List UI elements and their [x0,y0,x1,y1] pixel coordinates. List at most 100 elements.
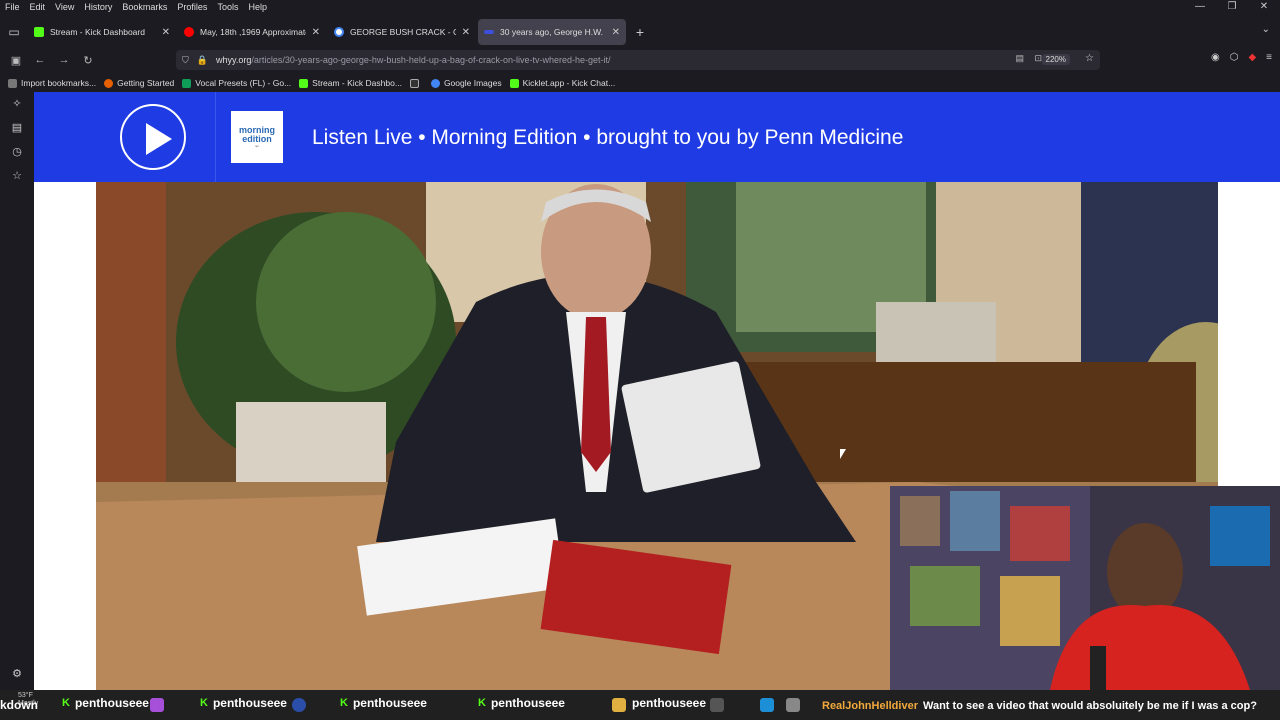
taskbar-kick-item[interactable]: Kpenthouseee [478,696,565,710]
ai-chat-icon[interactable]: ✧ [0,92,34,116]
bookmark-google-images[interactable]: Google Images [430,78,502,88]
logo-line3: npr [254,144,260,148]
reload-icon[interactable]: ↻ [76,54,100,67]
kick-icon [299,78,309,88]
bookmark-s[interactable] [409,78,423,88]
bookmark-import[interactable]: Import bookmarks... [8,78,96,88]
listen-live-banner[interactable]: morning edition npr Listen Live • Mornin… [34,92,1280,182]
drive-icon [182,78,192,88]
zoom-level[interactable]: 220% [1041,54,1070,65]
kicklet-icon [509,78,519,88]
synced-tabs-icon[interactable]: ▤ [0,116,34,140]
url-bar[interactable]: ⛉ 🔒 whyy.org/articles/30-years-ago-georg… [176,50,1100,70]
tab-title: Stream - Kick Dashboard [50,27,145,37]
menu-tools[interactable]: Tools [212,2,243,12]
taskbar-label: penthouseee [74,696,149,710]
kick-icon: K [478,697,486,709]
chat-username: RealJohnHelldiver [822,700,918,712]
close-tab-icon[interactable]: ✕ [462,27,470,38]
tab-bar: ▭ Stream - Kick Dashboard ✕ May, 18th ,1… [0,18,1280,46]
streamer-webcam [890,486,1280,690]
tab-title: GEORGE BUSH CRACK - Google [350,27,456,37]
close-window-button[interactable]: ✕ [1248,0,1280,14]
window-controls: — ❐ ✕ [1184,0,1280,14]
bookmark-star-icon[interactable]: ☆ [1085,53,1094,64]
banner-divider [215,92,216,182]
bookmark-kick-dashboard[interactable]: Stream - Kick Dashbo... [299,78,402,88]
account-icon[interactable]: ◉ [1211,52,1220,63]
extension-badge-icon[interactable]: ◆ [1248,52,1256,63]
bookmark-label: Import bookmarks... [21,78,97,88]
app-icon[interactable] [760,698,774,712]
play-icon [146,123,172,155]
taskbar-kick-item[interactable]: Kpenthouseee [340,696,427,710]
lock-icon[interactable]: 🔒 [197,55,208,66]
sidebar-settings-icon[interactable]: ⚙ [0,662,34,686]
chat-message: Want to see a video that would absoluite… [923,700,1257,712]
tab-title: 30 years ago, George H.W. Bush [500,27,606,37]
google-icon [430,78,440,88]
menu-bar: File Edit View History Bookmarks Profile… [0,0,1280,14]
menu-file[interactable]: File [0,2,25,12]
reader-view-icon[interactable]: ▤ [1015,53,1024,64]
app-icon[interactable] [150,698,164,712]
new-tab-button[interactable]: + [628,24,652,40]
menu-bookmarks[interactable]: Bookmarks [117,2,172,12]
taskbar-kick-item[interactable]: Kpenthouseee [62,696,149,710]
tab-whyy-article[interactable]: 30 years ago, George H.W. Bush ✕ [478,19,626,45]
forward-arrow-icon[interactable]: → [52,54,76,66]
google-favicon-icon [334,27,344,37]
mouse-cursor-icon [840,449,846,459]
save-page-icon[interactable]: ⊡ [1034,53,1042,64]
banner-text[interactable]: Listen Live • Morning Edition • brought … [312,126,903,150]
kick-favicon-icon [34,27,44,37]
history-icon[interactable]: ◷ [0,140,34,164]
firefox-icon [104,78,114,88]
webcam-feed [890,486,1280,690]
tab-youtube[interactable]: May, 18th ,1969 Approximately ✕ [178,19,326,45]
tab-overview-icon[interactable]: ▭ [0,18,28,46]
url-path: /articles/30-years-ago-george-hw-bush-he… [251,55,611,65]
app-icon[interactable] [292,698,306,712]
bookmarks-bar: Import bookmarks... Getting Started Voca… [0,74,1280,92]
play-button[interactable] [120,104,186,170]
app-icon[interactable] [710,698,724,712]
extensions-icon[interactable]: ⬡ [1230,52,1239,63]
close-tab-icon[interactable]: ✕ [162,27,170,38]
import-icon [8,78,17,88]
taskbar-label: penthouseee [212,696,287,710]
kick-icon: K [200,697,208,709]
bookmark-label: Google Images [443,78,502,88]
menu-view[interactable]: View [50,2,79,12]
shield-icon[interactable]: ⛉ [182,55,189,66]
taskbar-label: penthouseee [352,696,427,710]
minimize-button[interactable]: — [1184,0,1216,14]
ticker-fragment: kdown [0,698,38,712]
bookmark-getting-started[interactable]: Getting Started [104,78,174,88]
sidebar-toggle-icon[interactable]: ▣ [4,54,28,67]
taskbar-label: penthouseee [490,696,565,710]
close-tab-icon[interactable]: ✕ [312,27,320,38]
bookmark-kicklet[interactable]: Kicklet.app - Kick Chat... [509,78,615,88]
menu-hamburger-icon[interactable]: ≡ [1266,52,1272,63]
bookmark-label: Stream - Kick Dashbo... [312,78,402,88]
menu-history[interactable]: History [79,2,117,12]
taskbar-kick-item[interactable]: Kpenthouseee [200,696,287,710]
tab-kick-dashboard[interactable]: Stream - Kick Dashboard ✕ [28,19,176,45]
bookmarks-icon[interactable]: ☆ [0,164,34,188]
menu-profiles[interactable]: Profiles [172,2,212,12]
morning-edition-logo: morning edition npr [231,111,283,163]
list-tabs-chevron-icon[interactable]: ⌄ [1262,24,1270,35]
close-tab-icon[interactable]: ✕ [612,27,620,38]
whyy-favicon-icon [484,30,494,34]
app-icon[interactable] [786,698,800,712]
back-arrow-icon[interactable]: ← [28,54,52,66]
menu-help[interactable]: Help [243,2,272,12]
taskbar-item[interactable]: penthouseee [632,696,706,710]
folder-icon[interactable] [612,698,626,712]
taskbar-label: penthouseee [632,696,707,710]
menu-edit[interactable]: Edit [25,2,51,12]
restore-button[interactable]: ❐ [1216,0,1248,14]
bookmark-vocal-presets[interactable]: Vocal Presets (FL) - Go... [182,78,291,88]
tab-google-search[interactable]: GEORGE BUSH CRACK - Google ✕ [328,19,476,45]
